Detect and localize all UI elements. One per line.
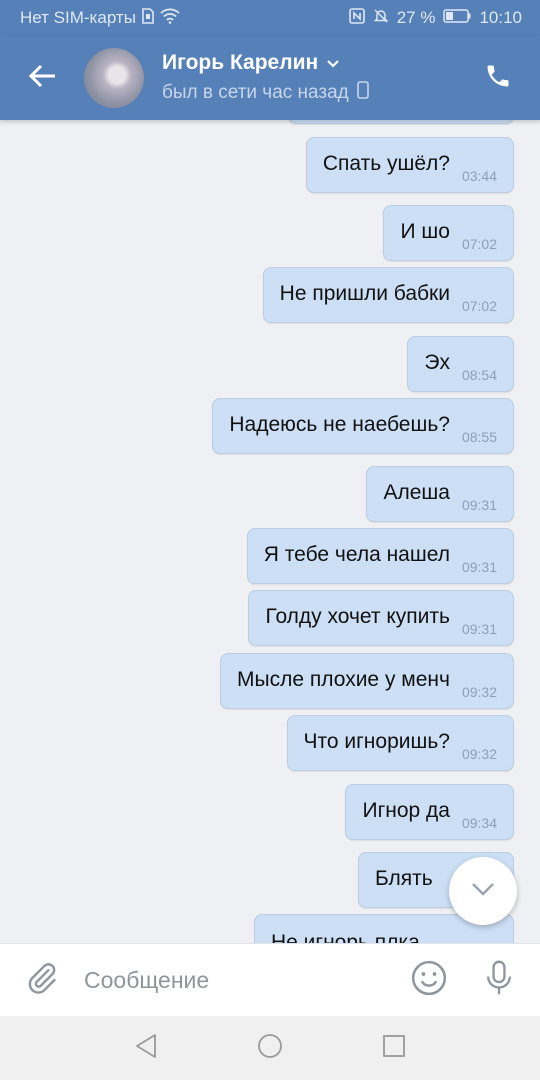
message-bubble[interactable]: Надеюсь не наебешь? 08:55	[212, 398, 514, 454]
nav-back-button[interactable]	[128, 1030, 164, 1066]
message-bubble[interactable]: Что игноришь? 09:32	[286, 715, 514, 771]
message-bubble[interactable]: Эх 08:54	[407, 336, 514, 392]
message-bubble[interactable]: Алеша 09:31	[366, 466, 514, 522]
message-bubble[interactable]: И шо 07:02	[383, 205, 514, 261]
message-time: 09:32	[461, 684, 497, 700]
message-text: Спать ушёл?	[322, 152, 450, 175]
nfc-icon	[348, 7, 365, 29]
message-input[interactable]	[84, 966, 394, 994]
message-time: 03:44	[461, 168, 497, 184]
nav-home-button[interactable]	[252, 1030, 288, 1066]
contact-name: Игорь Карелин	[162, 51, 319, 74]
message-time: 08:54	[461, 367, 497, 383]
avatar[interactable]	[84, 48, 144, 108]
chevron-down-icon	[326, 51, 340, 75]
battery-percent: 27 %	[396, 8, 436, 27]
triangle-back-icon	[134, 1033, 158, 1064]
wifi-icon	[160, 8, 180, 29]
last-seen: был в сети час назад	[162, 82, 349, 103]
arrow-left-icon	[28, 64, 56, 93]
message-text: Не пришли бабки	[279, 282, 450, 305]
message-text: Я тебе чела нашел	[263, 543, 450, 566]
chat-header: Игорь Карелин был в сети час назад	[0, 36, 540, 120]
battery-icon	[443, 8, 471, 28]
message-time: 09:31	[461, 559, 497, 575]
message-bubble[interactable]: Игнор да 09:34	[345, 784, 514, 840]
clock: 10:10	[479, 8, 522, 27]
emoji-button[interactable]	[394, 944, 464, 1017]
message-time: 08:55	[461, 429, 497, 445]
circle-home-icon	[257, 1033, 283, 1064]
message-bubble-partial	[288, 120, 514, 124]
system-navigation-bar	[0, 1016, 540, 1080]
message-text: Надеюсь не наебешь?	[229, 413, 450, 436]
sim-icon	[142, 7, 154, 29]
mute-bell-icon	[373, 8, 389, 29]
attach-button[interactable]	[0, 944, 84, 1017]
paperclip-icon	[25, 961, 59, 1000]
message-list[interactable]: Спать ушёл? 03:44 И шо 07:02 Не пришли б…	[0, 120, 540, 943]
phone-icon	[484, 62, 512, 95]
message-bubble[interactable]: Голду хочет купить 09:31	[248, 590, 514, 646]
message-time: 09:32	[461, 746, 497, 762]
message-time: 07:02	[461, 298, 497, 314]
message-bubble[interactable]: Не пришли бабки 07:02	[262, 267, 514, 323]
message-text: Блять	[375, 867, 433, 890]
status-bar: Нет SIM-карты 27 % 10:10	[0, 0, 540, 36]
message-text: Мысле плохие у менч	[237, 668, 450, 691]
message-text: Алеша	[383, 481, 450, 504]
message-time: 09:31	[461, 621, 497, 637]
phone-device-icon	[356, 81, 369, 105]
back-button[interactable]	[0, 36, 84, 120]
nav-recents-button[interactable]	[376, 1030, 412, 1066]
message-bubble[interactable]: Я тебе чела нашел 09:31	[246, 528, 514, 584]
message-text: Голду хочет купить	[265, 605, 450, 628]
voice-message-button[interactable]	[464, 944, 534, 1017]
square-recents-icon	[382, 1034, 406, 1063]
message-bubble[interactable]: Спать ушёл? 03:44	[305, 137, 514, 193]
microphone-icon	[482, 959, 516, 1002]
message-text: Что игноришь?	[303, 730, 450, 753]
message-time: 07:02	[461, 236, 497, 252]
call-button[interactable]	[478, 58, 518, 98]
message-bubble[interactable]: Мысле плохие у менч 09:32	[220, 653, 514, 709]
carrier-label: Нет SIM-карты	[20, 8, 136, 27]
message-text: Не игнорь плка	[271, 931, 420, 943]
chevron-down-icon	[470, 881, 496, 902]
smile-icon	[410, 959, 448, 1002]
message-composer	[0, 943, 540, 1016]
contact-info[interactable]: Игорь Карелин был в сети час назад	[162, 51, 369, 105]
message-text: Игнор да	[362, 799, 450, 822]
message-time: 09:34	[461, 815, 497, 831]
message-text: Эх	[424, 351, 450, 374]
message-text: И шо	[400, 220, 450, 243]
scroll-down-button[interactable]	[449, 857, 517, 925]
message-time: 09:31	[461, 497, 497, 513]
